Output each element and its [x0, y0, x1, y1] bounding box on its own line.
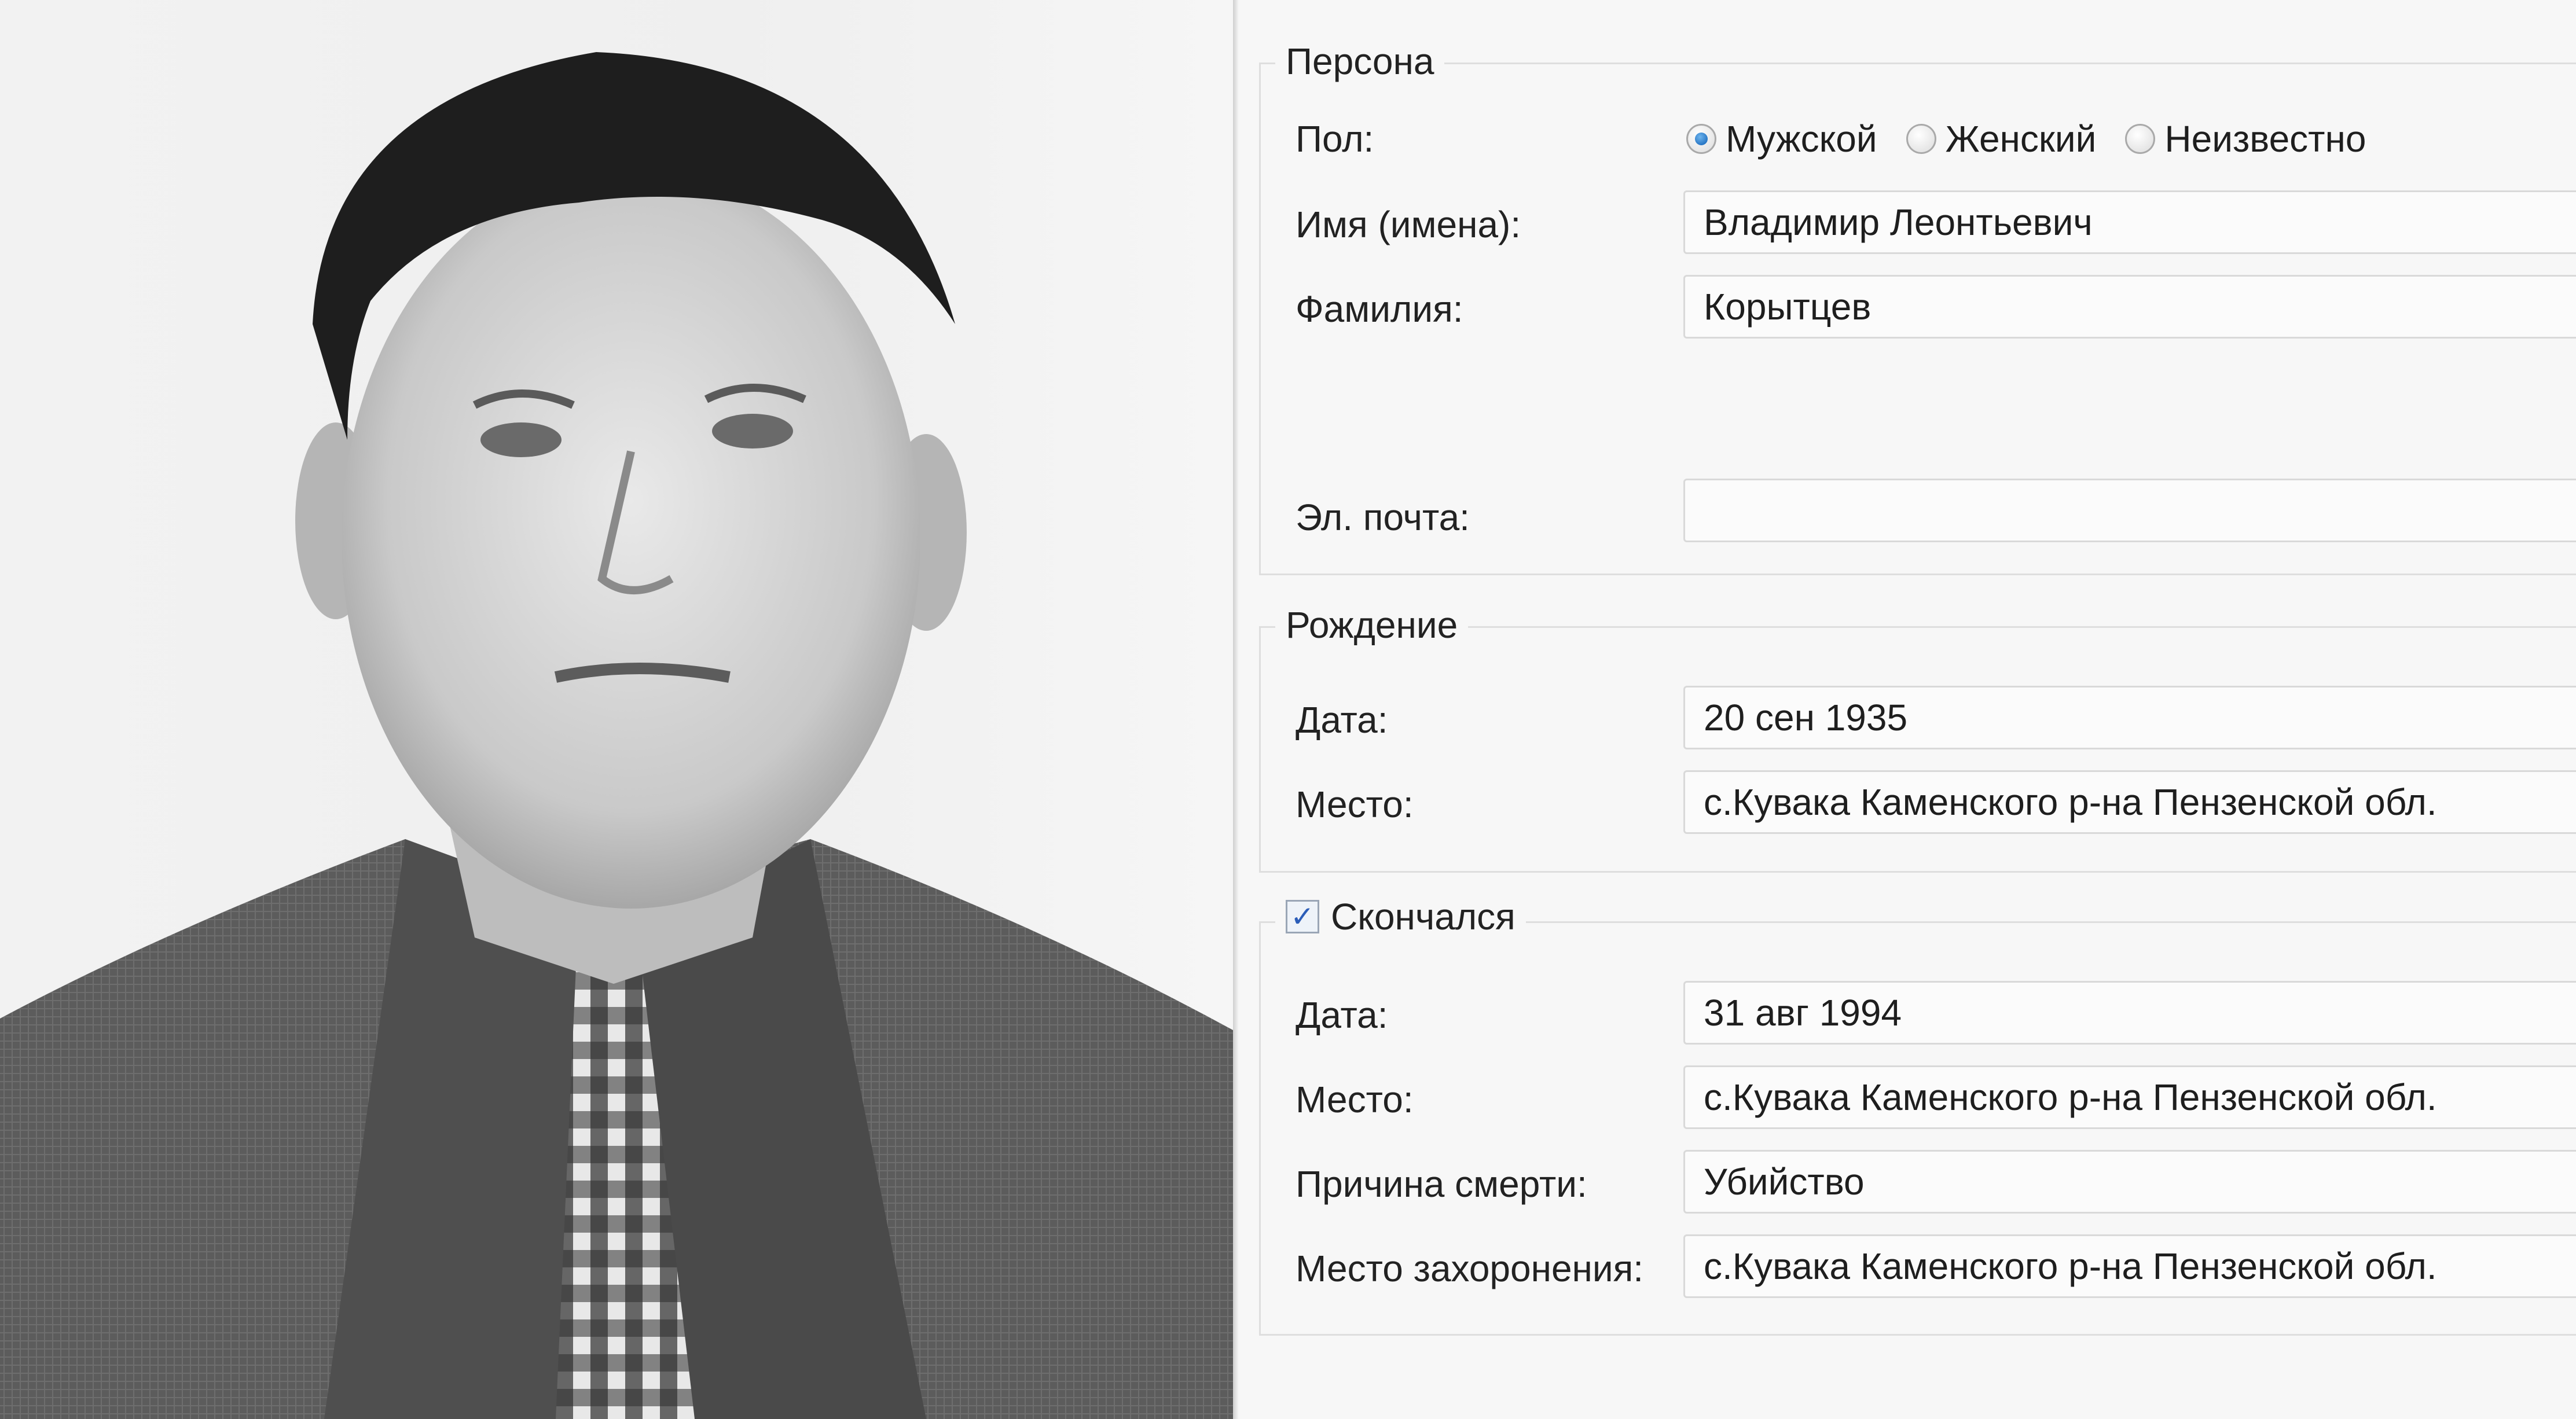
gender-option-unknown[interactable]: Неизвестно [2125, 117, 2366, 160]
photo-edge [1233, 0, 1239, 1419]
birth-place-label: Место: [1296, 784, 1414, 825]
birth-fieldset: Рождение Дата: 20 сен 1935 Место: с.Кува… [1259, 604, 2576, 873]
gender-radio-group: Мужской Женский Неизвестно [1686, 117, 2395, 160]
birth-date-field[interactable]: 20 сен 1935 [1683, 686, 2576, 749]
gender-option-male[interactable]: Мужской [1686, 117, 1877, 160]
portrait-illustration [0, 52, 1233, 1419]
birth-legend-text: Рождение [1286, 604, 1458, 646]
surname-field[interactable]: Корытцев [1683, 275, 2576, 339]
radio-female[interactable] [1906, 124, 1936, 154]
burial-place-field[interactable]: с.Кувака Каменского р-на Пензенской обл. [1683, 1234, 2576, 1298]
gender-unknown-label: Неизвестно [2164, 118, 2366, 160]
gender-label: Пол: [1296, 118, 1374, 160]
given-names-label: Имя (имена): [1296, 204, 1521, 245]
person-legend: Персона [1275, 40, 1445, 83]
death-cause-field[interactable]: Убийство [1683, 1150, 2576, 1214]
radio-unknown[interactable] [2125, 124, 2156, 154]
birth-legend: Рождение [1275, 604, 1469, 646]
death-legend-text: Скончался [1331, 896, 1515, 938]
gender-male-label: Мужской [1726, 118, 1877, 160]
death-date-field[interactable]: 31 авг 1994 [1683, 981, 2576, 1045]
person-edit-form: Персона Пол: Мужской Женский Неизвестно … [1239, 0, 2576, 1419]
death-legend: ✓ Скончался [1275, 895, 1526, 938]
radio-male[interactable] [1686, 124, 1716, 154]
death-date-label: Дата: [1296, 994, 1388, 1036]
gender-option-female[interactable]: Женский [1906, 117, 2097, 160]
person-legend-text: Персона [1286, 41, 1434, 82]
burial-place-label: Место захоронения: [1296, 1248, 1644, 1289]
death-place-label: Место: [1296, 1079, 1414, 1120]
death-place-field[interactable]: с.Кувака Каменского р-на Пензенской обл. [1683, 1065, 2576, 1129]
portrait-photo [0, 0, 1233, 1419]
death-fieldset: ✓ Скончался Дата: 31 авг 1994 Место: с.К… [1259, 895, 2576, 1336]
birth-date-label: Дата: [1296, 699, 1388, 741]
deceased-checkbox[interactable]: ✓ [1286, 900, 1319, 933]
birth-place-field[interactable]: с.Кувака Каменского р-на Пензенской обл. [1683, 770, 2576, 834]
person-fieldset: Персона Пол: Мужской Женский Неизвестно … [1259, 40, 2576, 575]
surname-label: Фамилия: [1296, 288, 1463, 330]
death-cause-label: Причина смерти: [1296, 1163, 1587, 1205]
gender-female-label: Женский [1945, 118, 2097, 160]
given-names-field[interactable]: Владимир Леонтьевич [1683, 190, 2576, 254]
email-field[interactable] [1683, 479, 2576, 542]
email-label: Эл. почта: [1296, 497, 1470, 538]
